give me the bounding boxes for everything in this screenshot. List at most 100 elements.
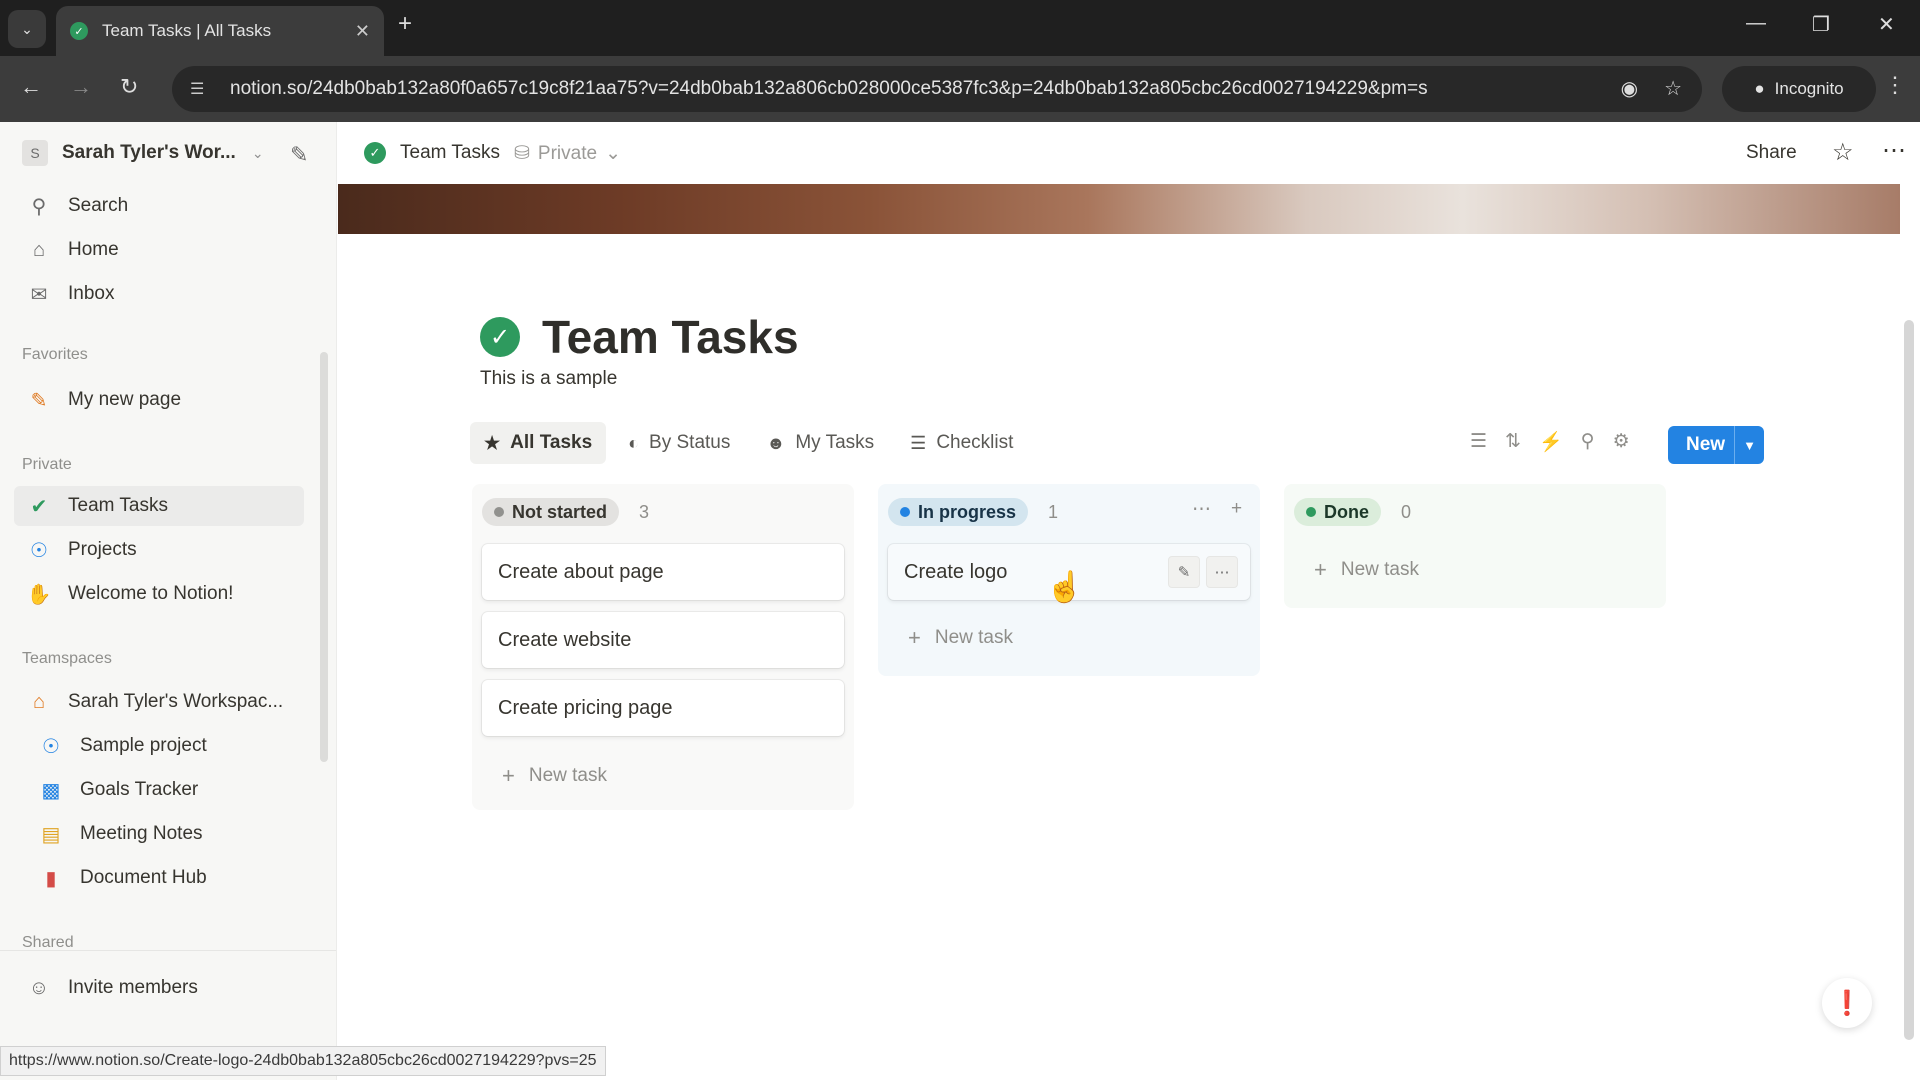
new-task-button[interactable]: + New task bbox=[1294, 544, 1656, 596]
star-icon: ★ bbox=[484, 432, 501, 453]
sidebar: S Sarah Tyler's Wor... ⌄ ✎ ⚲ Search ⌂ Ho… bbox=[0, 122, 337, 1080]
search-icon[interactable]: ⚲ bbox=[1581, 430, 1595, 454]
new-task-label: New task bbox=[528, 765, 607, 786]
forward-icon[interactable]: → bbox=[70, 74, 92, 100]
column-count: 3 bbox=[639, 501, 650, 522]
status-badge[interactable]: Done bbox=[1294, 498, 1381, 526]
sidebar-item-inbox[interactable]: ✉ Inbox bbox=[14, 274, 304, 314]
column-add-plus-icon[interactable]: + bbox=[1231, 498, 1242, 521]
status-dot bbox=[494, 507, 504, 517]
more-icon[interactable]: ⋯ bbox=[1882, 136, 1907, 165]
tab-all-tasks[interactable]: ★ All Tasks bbox=[470, 422, 607, 464]
new-button-label: New bbox=[1686, 434, 1726, 455]
chevron-down-icon[interactable]: ▼ bbox=[1734, 426, 1764, 464]
task-card[interactable]: Create about page bbox=[482, 544, 844, 600]
automation-bolt-icon[interactable]: ⚡ bbox=[1539, 430, 1563, 454]
page-icon-check-circle-icon[interactable]: ✓ bbox=[480, 317, 520, 357]
sidebar-item-goals-tracker[interactable]: ▩ Goals Tracker bbox=[14, 770, 304, 810]
tab-checklist[interactable]: ☰ Checklist bbox=[896, 422, 1027, 464]
browser-menu-icon[interactable]: ⋮ bbox=[1884, 72, 1906, 98]
share-button[interactable]: Share bbox=[1746, 142, 1797, 164]
link-preview-status: https://www.notion.so/Create-logo-24db0b… bbox=[0, 1046, 606, 1076]
view-tabs: ★ All Tasks ◐ By Status ☻ My Tasks ☰ Che… bbox=[470, 422, 1035, 464]
tab-my-tasks[interactable]: ☻ My Tasks bbox=[752, 422, 888, 464]
sidebar-item-welcome[interactable]: ✋ Welcome to Notion! bbox=[14, 574, 304, 614]
restore-icon[interactable]: ❐ bbox=[1812, 12, 1830, 37]
invite-members-button[interactable]: ☺ Invite members bbox=[14, 968, 304, 1008]
site-info-icon[interactable]: ☰ bbox=[190, 79, 212, 99]
favorite-star-icon[interactable]: ☆ bbox=[1832, 138, 1854, 167]
sidebar-item-label: Sarah Tyler's Workspac... bbox=[68, 691, 284, 712]
tab-label: All Tasks bbox=[510, 432, 593, 453]
check-circle-icon: ✓ bbox=[364, 142, 386, 164]
new-task-button[interactable]: + New task bbox=[482, 750, 844, 802]
sidebar-item-meeting-notes[interactable]: ▤ Meeting Notes bbox=[14, 814, 304, 854]
sidebar-item-label: Home bbox=[68, 239, 119, 260]
page-description[interactable]: This is a sample bbox=[480, 368, 617, 390]
address-bar[interactable]: ☰ notion.so/24db0bab132a80f0a657c19c8f21… bbox=[172, 66, 1702, 112]
sidebar-item-my-new-page[interactable]: ✎ My new page bbox=[14, 380, 304, 420]
favicon-check-icon: ✓ bbox=[70, 22, 88, 40]
sidebar-item-home[interactable]: ⌂ Home bbox=[14, 230, 304, 270]
sidebar-item-label: Document Hub bbox=[80, 867, 207, 888]
status-badge[interactable]: Not started bbox=[482, 498, 620, 526]
new-task-label: New task bbox=[1340, 559, 1419, 580]
edit-pencil-icon[interactable]: ✎ bbox=[1168, 556, 1200, 588]
teamspaces-heading[interactable]: Teamspaces bbox=[22, 650, 112, 668]
tab-by-status[interactable]: ◐ By Status bbox=[614, 422, 744, 464]
sidebar-item-label: Welcome to Notion! bbox=[68, 583, 234, 604]
new-task-button[interactable]: + New task bbox=[888, 612, 1250, 664]
new-tab-plus-icon[interactable]: + bbox=[398, 10, 412, 38]
sidebar-item-teamspace[interactable]: ⌂ Sarah Tyler's Workspac... bbox=[14, 682, 304, 722]
sidebar-item-sample-project[interactable]: ☉ Sample project bbox=[14, 726, 304, 766]
window-close-icon[interactable]: ✕ bbox=[1878, 12, 1895, 37]
task-title: Create website bbox=[498, 628, 632, 651]
projects-icon: ☉ bbox=[30, 539, 48, 562]
reload-icon[interactable]: ↻ bbox=[120, 74, 138, 100]
person-icon: ☻ bbox=[766, 432, 786, 453]
page-title[interactable]: Team Tasks bbox=[542, 310, 799, 364]
home-icon: ⌂ bbox=[32, 238, 46, 261]
status-badge[interactable]: In progress bbox=[888, 498, 1029, 526]
tab-search-chevron-icon[interactable]: ⌄ bbox=[8, 10, 46, 48]
sidebar-item-team-tasks[interactable]: ✔ Team Tasks bbox=[14, 486, 304, 526]
private-heading[interactable]: Private bbox=[22, 456, 72, 474]
task-card[interactable]: Create pricing page bbox=[482, 680, 844, 736]
sidebar-item-search[interactable]: ⚲ Search bbox=[14, 186, 304, 226]
bookmark-star-icon[interactable]: ☆ bbox=[1664, 76, 1682, 101]
column-more-icon[interactable]: ⋯ bbox=[1192, 498, 1211, 521]
sidebar-scrollbar[interactable] bbox=[320, 352, 328, 762]
status-label: Not started bbox=[512, 501, 608, 522]
task-title: Create logo bbox=[904, 560, 1008, 583]
new-page-edit-icon[interactable]: ✎ bbox=[290, 142, 308, 168]
settings-sliders-icon[interactable]: ⚙ bbox=[1613, 430, 1630, 454]
filter-icon[interactable]: ☰ bbox=[1470, 430, 1487, 454]
task-card[interactable]: Create website bbox=[482, 612, 844, 668]
help-assistant-icon[interactable]: ❗ bbox=[1822, 978, 1872, 1028]
incognito-indicator[interactable]: ● Incognito bbox=[1722, 66, 1876, 112]
sidebar-item-document-hub[interactable]: ▮ Document Hub bbox=[14, 858, 304, 898]
page-scrollbar[interactable] bbox=[1904, 320, 1914, 1040]
incognito-icon: ● bbox=[1754, 79, 1765, 98]
card-more-icon[interactable]: ⋯ bbox=[1206, 556, 1238, 588]
column-count: 1 bbox=[1048, 501, 1059, 522]
browser-tab[interactable]: ✓ Team Tasks | All Tasks ✕ bbox=[56, 6, 384, 56]
cover-image bbox=[338, 184, 1900, 234]
sort-icon[interactable]: ⇅ bbox=[1505, 430, 1521, 454]
sidebar-item-projects[interactable]: ☉ Projects bbox=[14, 530, 304, 570]
calendar-icon: ▤ bbox=[41, 823, 61, 846]
minimize-icon[interactable]: — bbox=[1746, 12, 1766, 35]
new-button[interactable]: New ▼ bbox=[1668, 426, 1764, 464]
breadcrumb[interactable]: ✓ Team Tasks bbox=[364, 142, 500, 164]
sidebar-item-label: Search bbox=[68, 195, 129, 216]
favorites-heading[interactable]: Favorites bbox=[22, 346, 88, 364]
privacy-dropdown[interactable]: ⛁ Private ⌄ bbox=[514, 142, 621, 165]
tab-close-icon[interactable]: ✕ bbox=[355, 21, 370, 42]
eye-off-icon[interactable]: ◉ bbox=[1621, 76, 1638, 101]
divider bbox=[0, 950, 336, 951]
board-column-not-started: Not started 3 Create about page Create w… bbox=[472, 484, 854, 810]
back-icon[interactable]: ← bbox=[20, 74, 42, 100]
workspace-switcher[interactable]: S Sarah Tyler's Wor... ⌄ bbox=[22, 140, 264, 166]
chevron-down-icon: ⌄ bbox=[251, 144, 264, 161]
tab-title: Team Tasks | All Tasks bbox=[102, 21, 272, 40]
